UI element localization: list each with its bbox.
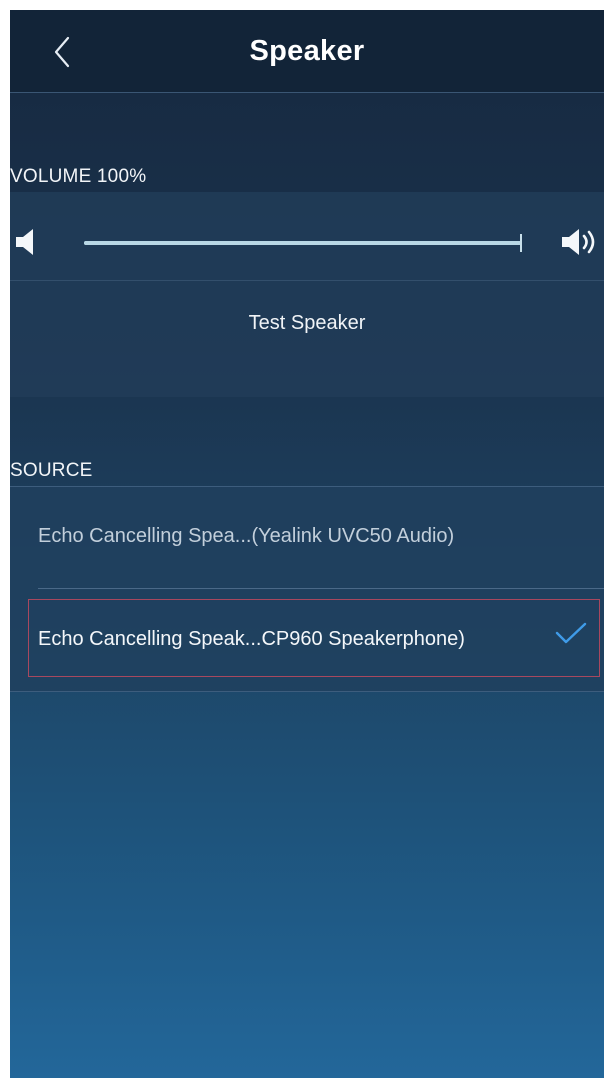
- source-item-cp960[interactable]: Echo Cancelling Speak...CP960 Speakerpho…: [10, 590, 604, 690]
- volume-panel-divider: [10, 280, 604, 281]
- volume-panel: Test Speaker: [10, 192, 604, 397]
- source-list: Echo Cancelling Spea...(Yealink UVC50 Au…: [10, 486, 604, 692]
- volume-label: VOLUME 100%: [10, 166, 147, 187]
- speaker-mute-icon[interactable]: [14, 226, 40, 263]
- volume-slider-fill: [84, 241, 522, 245]
- speaker-settings-screen: Speaker VOLUME 100% Test Speaker SOURCE …: [10, 10, 604, 1078]
- speaker-loud-icon[interactable]: [560, 226, 604, 263]
- source-item-label: Echo Cancelling Spea...(Yealink UVC50 Au…: [38, 525, 455, 547]
- chevron-left-icon: [54, 36, 70, 68]
- source-label: SOURCE: [10, 460, 93, 481]
- volume-slider[interactable]: [84, 234, 522, 252]
- volume-slider-thumb[interactable]: [520, 234, 522, 252]
- test-speaker-button[interactable]: Test Speaker: [10, 312, 604, 342]
- back-button[interactable]: [48, 30, 88, 74]
- source-item-yealink-uvc50[interactable]: Echo Cancelling Spea...(Yealink UVC50 Au…: [10, 487, 604, 589]
- source-item-label: Echo Cancelling Speak...CP960 Speakerpho…: [38, 628, 465, 650]
- header-bar: Speaker: [10, 10, 604, 93]
- page-title: Speaker: [249, 35, 365, 67]
- list-divider: [38, 588, 604, 589]
- checkmark-icon: [554, 620, 588, 651]
